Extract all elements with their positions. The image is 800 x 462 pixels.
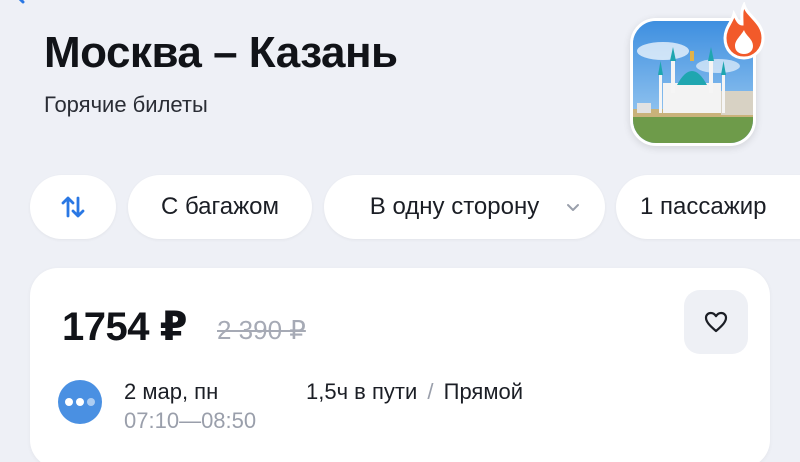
flight-duration: 1,5ч в пути xyxy=(306,379,418,404)
screen: Москва – Казань Горячие билеты С багажом… xyxy=(0,0,800,462)
flight-meta: 1,5ч в пути / Прямой xyxy=(306,379,523,405)
swap-vertical-icon xyxy=(61,196,85,218)
ticket-card[interactable]: 1754 ₽ 2 390 ₽ 2 мар, пн 07:10—08:50 1,5… xyxy=(30,268,770,462)
arrival-time: 08:50 xyxy=(201,408,257,433)
flight-date: 2 мар, пн xyxy=(124,379,219,404)
heart-icon xyxy=(704,311,728,333)
ticket-old-price: 2 390 ₽ xyxy=(217,315,306,345)
flame-icon xyxy=(723,2,765,60)
chevron-down-icon xyxy=(567,204,579,211)
time-dash: — xyxy=(179,408,202,433)
departure-time: 07:10 xyxy=(124,408,180,433)
route-title: Москва – Казань xyxy=(44,28,398,77)
flight-stops: Прямой xyxy=(443,379,523,404)
trip-type-label: В одну сторону xyxy=(369,193,540,220)
baggage-filter-chip[interactable]: С багажом xyxy=(128,175,312,239)
favorite-button[interactable] xyxy=(684,290,748,354)
ticket-price: 1754 ₽ xyxy=(62,305,187,349)
airline-logo xyxy=(58,380,102,424)
meta-separator: / xyxy=(427,379,434,404)
chevron-left-icon[interactable] xyxy=(8,0,30,4)
passengers-filter-chip[interactable]: 1 пассажир xyxy=(616,175,800,239)
trip-type-dropdown[interactable]: В одну сторону xyxy=(324,175,605,239)
route-subtitle: Горячие билеты xyxy=(44,92,208,117)
swap-direction-button[interactable] xyxy=(30,175,116,239)
flight-time: 07:10—08:50 xyxy=(124,408,256,434)
